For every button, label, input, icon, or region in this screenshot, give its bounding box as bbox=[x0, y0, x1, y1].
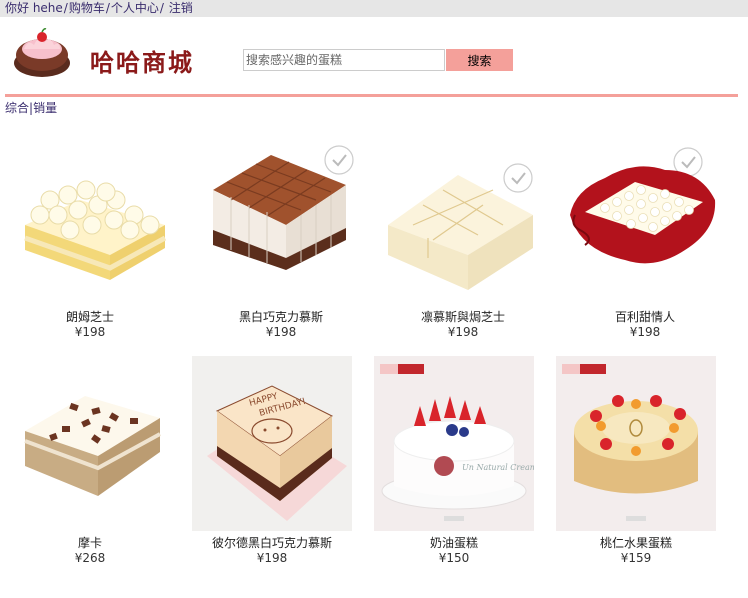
sort-sales-link[interactable]: 销量 bbox=[33, 101, 57, 115]
product-price: ¥198 bbox=[265, 325, 297, 339]
product-name[interactable]: 凛慕斯與焗芝士 bbox=[378, 309, 548, 325]
product-card[interactable]: 桃仁水果蛋糕 ¥159 bbox=[551, 356, 721, 566]
logout-link[interactable]: 注销 bbox=[165, 1, 193, 15]
profile-link[interactable]: 个人中心 bbox=[111, 1, 159, 15]
product-card[interactable]: 朗姆芝士 ¥198 bbox=[5, 130, 175, 340]
product-image[interactable]: Un Natural Cream bbox=[374, 356, 534, 531]
product-price: ¥198 bbox=[629, 325, 661, 339]
product-card[interactable]: 凛慕斯與焗芝士 ¥198 bbox=[378, 130, 548, 340]
product-name[interactable]: 桃仁水果蛋糕 bbox=[551, 535, 721, 551]
cart-link[interactable]: 购物车 bbox=[69, 1, 105, 15]
product-price: ¥159 bbox=[620, 551, 652, 565]
product-name[interactable]: 黑白巧克力慕斯 bbox=[196, 309, 366, 325]
product-name[interactable]: 百利甜情人 bbox=[560, 309, 730, 325]
product-image[interactable] bbox=[10, 130, 170, 305]
product-name[interactable]: 奶油蛋糕 bbox=[369, 535, 539, 551]
product-image[interactable] bbox=[383, 130, 543, 305]
product-image[interactable] bbox=[556, 356, 716, 531]
product-name[interactable]: 朗姆芝士 bbox=[5, 309, 175, 325]
product-card[interactable]: HAPPY BIRTHDAY! 彼尔德黑白巧克力慕斯 ¥198 bbox=[187, 356, 357, 566]
product-price: ¥198 bbox=[256, 551, 288, 565]
product-card[interactable]: 摩卡 ¥268 bbox=[5, 356, 175, 566]
product-card[interactable]: 百利甜情人 ¥198 bbox=[560, 130, 730, 340]
brand-logo-text[interactable]: 哈哈商城 bbox=[90, 43, 194, 78]
product-name[interactable]: 摩卡 bbox=[5, 535, 175, 551]
search-input[interactable] bbox=[243, 49, 445, 71]
product-card[interactable]: Un Natural Cream 奶油蛋糕 ¥150 bbox=[369, 356, 539, 566]
sort-overall-link[interactable]: 综合 bbox=[5, 101, 29, 115]
search-button[interactable]: 搜索 bbox=[446, 49, 513, 71]
product-image[interactable]: HAPPY BIRTHDAY! bbox=[192, 356, 352, 531]
product-price: ¥198 bbox=[447, 325, 479, 339]
greeting-text: 你好 hehe bbox=[5, 1, 63, 15]
product-image[interactable] bbox=[10, 356, 170, 531]
product-image[interactable] bbox=[201, 130, 361, 305]
site-header: 哈哈商城 搜索 bbox=[0, 17, 748, 97]
product-name[interactable]: 彼尔德黑白巧克力慕斯 bbox=[187, 535, 357, 551]
header-divider bbox=[5, 94, 738, 97]
product-price: ¥268 bbox=[74, 551, 106, 565]
product-card[interactable]: 黑白巧克力慕斯 ¥198 bbox=[196, 130, 366, 340]
sort-bar: 综合|销量 bbox=[5, 99, 57, 116]
product-image[interactable] bbox=[565, 130, 725, 305]
svg-text:Un Natural Cream: Un Natural Cream bbox=[462, 463, 534, 472]
top-nav-bar: 你好 hehe/购物车/个人中心/ 注销 bbox=[0, 0, 748, 17]
product-price: ¥198 bbox=[74, 325, 106, 339]
product-price: ¥150 bbox=[438, 551, 470, 565]
cake-logo-icon[interactable] bbox=[12, 25, 72, 79]
